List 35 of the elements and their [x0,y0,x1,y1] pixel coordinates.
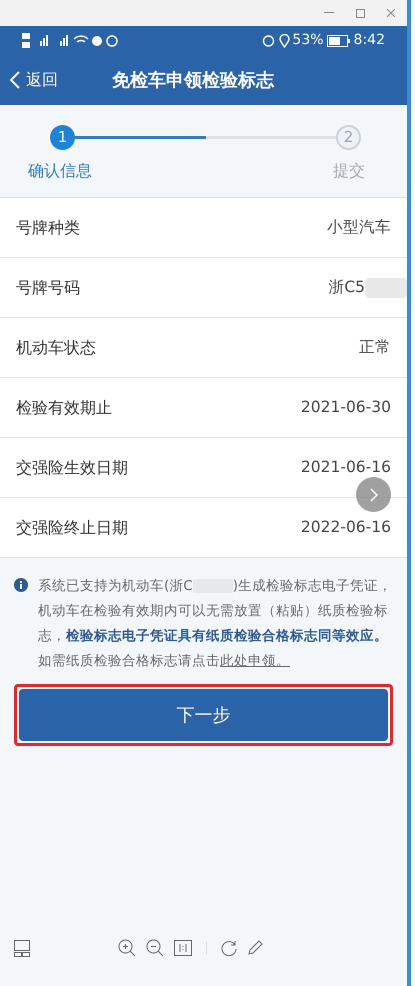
field-label: 号牌种类 [16,216,80,238]
back-button[interactable]: 返回 [0,68,58,92]
field-label: 检验有效期止 [16,396,112,418]
close-icon[interactable] [387,9,395,17]
chevron-right-icon [370,488,378,502]
battery-percent: 53% [292,31,324,50]
apply-here-link[interactable]: 此处申领。 [220,653,290,669]
field-label: 号牌号码 [16,276,80,298]
rotate-icon[interactable] [221,940,237,956]
field-value: 2021-06-16 [300,456,391,478]
pencil-icon[interactable] [247,940,263,956]
page-title: 免检车申领检验标志 [112,68,274,92]
field-label: 机动车状态 [16,336,96,358]
field-value: 浙C5 [328,276,365,298]
field-label: 交强险生效日期 [16,456,128,478]
next-step-button[interactable]: 下一步 [19,689,388,741]
step-label: 确认信息 [28,160,92,182]
zoom-in-icon[interactable] [118,939,136,957]
actual-size-icon[interactable] [174,940,192,956]
maximize-icon[interactable] [356,8,365,18]
info-icon [14,578,28,592]
battery-icon [326,34,351,46]
thumbnails-icon[interactable] [14,940,30,956]
field-value: 2021-06-30 [300,396,391,418]
minimize-icon[interactable] [324,12,334,14]
field-label: 交强险终止日期 [16,516,128,538]
field-value: 正常 [359,336,391,358]
step-label: 提交 [333,160,365,182]
field-value: 2022-06-16 [300,516,391,538]
field-value: 小型汽车 [327,216,391,238]
info-note: 系统已支持为机动车(浙C )生成检验标志电子凭证，机动车在检验有效期内可以无需放置（粘贴）纸质检验标志，检验标志电子凭证具有纸质检验合格标志同等效应。如需纸质检验合格标志请点击此处申领。 [38,577,393,671]
zoom-out-icon[interactable] [146,939,164,957]
location-icon [279,34,290,48]
back-icon [10,71,20,89]
clock-time: 8:42 [354,31,385,50]
